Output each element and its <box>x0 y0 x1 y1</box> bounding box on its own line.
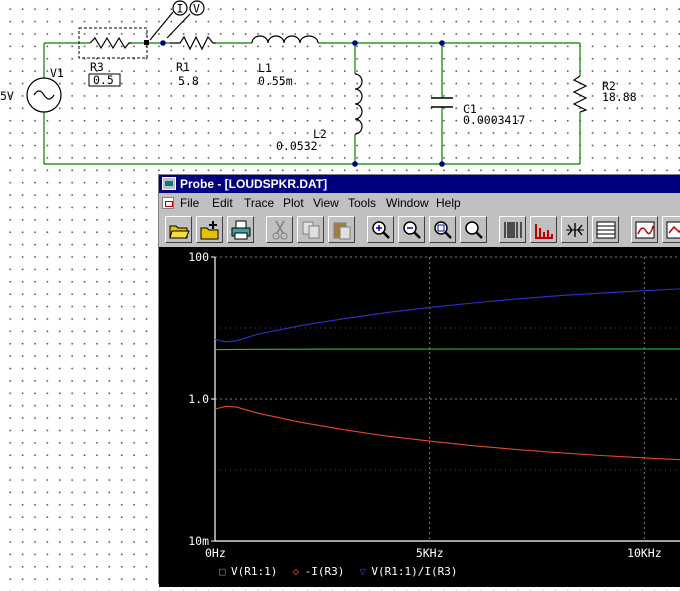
v1-value: 5V <box>0 89 14 103</box>
log-x-icon <box>504 222 522 238</box>
x-tick-label: 10KHz <box>627 546 662 560</box>
zoom-fit-button[interactable] <box>460 216 487 243</box>
performance-icon <box>566 223 584 237</box>
add-trace-icon <box>596 221 616 239</box>
y-tick-label: 100 <box>188 250 209 264</box>
menu-edit[interactable]: Edit <box>212 194 233 213</box>
open-icon <box>169 225 190 239</box>
l2-value: 0.0532 <box>276 139 318 153</box>
trace-2[interactable] <box>214 282 680 343</box>
window-title: Probe - [LOUDSPKR.DAT] <box>180 177 328 191</box>
plot-icon <box>635 221 655 239</box>
zoom-in-icon <box>372 221 390 239</box>
waveform-chart[interactable]: 1001.010m0Hz5KHz10KHz15K□V(R1:1)◇-I(R3)▽… <box>159 247 680 587</box>
copy-icon <box>302 221 320 239</box>
zoom-area-icon <box>434 221 452 239</box>
x-tick-label: 0Hz <box>205 546 226 560</box>
add-trace-button[interactable] <box>592 216 619 243</box>
menu-view[interactable]: View <box>313 194 339 213</box>
menu-window[interactable]: Window <box>386 194 429 213</box>
cursor-button[interactable] <box>662 216 680 243</box>
legend-label[interactable]: V(R1:1) <box>231 565 277 578</box>
legend-marker: □ <box>219 565 226 578</box>
fourier-button[interactable] <box>530 216 557 243</box>
probe-app-icon[interactable] <box>162 177 176 190</box>
legend-label[interactable]: -I(R3) <box>305 565 345 578</box>
circuit-schematic[interactable]: I V 5V V1 R3 0.5 R1 5.8 L1 0.55m L2 0.05… <box>0 0 680 175</box>
cut-icon <box>272 220 288 240</box>
svg-text:V: V <box>193 2 200 16</box>
r2-value: 18.88 <box>602 90 637 104</box>
menu-bar: File Edit Trace Plot View Tools Window H… <box>159 194 680 213</box>
menu-tools[interactable]: Tools <box>348 194 376 213</box>
r1-value: 5.8 <box>178 74 199 88</box>
l1-name: L1 <box>258 61 272 75</box>
r1-name: R1 <box>176 60 190 74</box>
paste-button[interactable] <box>328 216 355 243</box>
x-tick-label: 5KHz <box>416 546 444 560</box>
menu-file[interactable]: File <box>180 194 199 213</box>
legend-marker: ◇ <box>293 565 300 578</box>
trace-0[interactable] <box>214 348 680 351</box>
open-button[interactable] <box>165 216 192 243</box>
legend-marker: ▽ <box>359 565 366 578</box>
performance-button[interactable] <box>561 216 588 243</box>
append-icon <box>200 221 219 240</box>
menu-help[interactable]: Help <box>436 194 461 213</box>
menu-trace[interactable]: Trace <box>244 194 274 213</box>
r3-value: 0.5 <box>93 73 114 87</box>
probe-window[interactable]: Probe - [LOUDSPKR.DAT] File Edit Trace P… <box>158 174 680 587</box>
fourier-icon <box>535 224 553 239</box>
cursor-icon <box>666 221 680 239</box>
svg-text:I: I <box>177 2 184 16</box>
zoom-in-button[interactable] <box>367 216 394 243</box>
menu-plot[interactable]: Plot <box>283 194 304 213</box>
toolbar <box>159 214 680 246</box>
r3-name: R3 <box>90 60 104 74</box>
window-titlebar[interactable]: Probe - [LOUDSPKR.DAT] <box>159 175 680 193</box>
trace-1[interactable] <box>214 405 680 466</box>
legend-label[interactable]: V(R1:1)/I(R3) <box>371 565 457 578</box>
document-icon[interactable] <box>162 197 174 209</box>
print-icon <box>231 220 251 240</box>
current-probe-icon[interactable]: I <box>149 0 188 41</box>
copy-button[interactable] <box>297 216 324 243</box>
v1-name: V1 <box>50 66 64 80</box>
zoom-fit-icon <box>465 221 483 239</box>
y-tick-label: 1.0 <box>188 392 209 406</box>
log-x-button[interactable] <box>499 216 526 243</box>
zoom-out-button[interactable] <box>398 216 425 243</box>
plot-button[interactable] <box>631 216 658 243</box>
plot-area[interactable]: 1001.010m0Hz5KHz10KHz15K□V(R1:1)◇-I(R3)▽… <box>159 247 680 587</box>
zoom-out-icon <box>403 221 421 239</box>
zoom-area-button[interactable] <box>429 216 456 243</box>
append-button[interactable] <box>196 216 223 243</box>
print-button[interactable] <box>227 216 254 243</box>
cut-button[interactable] <box>266 216 293 243</box>
l1-value: 0.55m <box>258 74 293 88</box>
paste-icon <box>333 222 351 240</box>
c1-value: 0.0003417 <box>463 113 525 127</box>
